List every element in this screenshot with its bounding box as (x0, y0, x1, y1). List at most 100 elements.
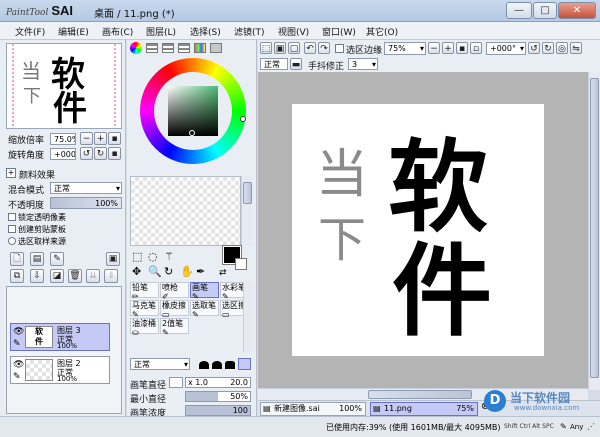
zoom-in-button[interactable]: + (94, 132, 107, 145)
menu-view[interactable]: 视图(V) (278, 25, 309, 38)
canvas-rotate-right-button[interactable]: ↻ (542, 42, 554, 54)
canvas-document[interactable]: 当 下 软 件 (292, 104, 544, 356)
redo-icon[interactable]: ↷ (318, 42, 330, 54)
eyedropper-icon[interactable]: ✒ (196, 265, 205, 278)
selection-source-radio[interactable] (8, 237, 16, 245)
rotate-reset-button[interactable]: ▪ (108, 147, 121, 160)
new-folder-icon[interactable]: ▤ (30, 252, 44, 266)
swap-colors-icon[interactable]: ⇄ (219, 268, 227, 278)
flip-canvas-button[interactable]: ⇋ (570, 42, 582, 54)
blend-mode-select[interactable]: 正常 ▾ (50, 182, 122, 194)
layer-settings-icon[interactable]: ▣ (106, 252, 120, 266)
menu-file[interactable]: 文件(F) (15, 25, 45, 38)
delete-layer-icon[interactable]: 🗑 (68, 269, 82, 283)
eye-icon[interactable]: 👁 (13, 360, 24, 370)
tool-brush[interactable]: 画笔 ✎ (190, 282, 219, 301)
menu-other[interactable]: 其它(O) (366, 25, 398, 38)
layer-row-3[interactable]: 👁 ✎ 软件 图层 3 正常 100% (10, 323, 110, 351)
menu-window[interactable]: 窗口(W) (322, 25, 356, 38)
rotate-icon[interactable]: ↻ (164, 265, 173, 278)
move-icon[interactable]: ✥ (132, 265, 141, 278)
sv-square[interactable] (168, 86, 218, 136)
shape-hard-icon[interactable] (225, 361, 235, 369)
zoom-out-button[interactable]: − (80, 132, 93, 145)
canvas-zoom-out-button[interactable]: − (428, 42, 440, 54)
tool-eraser[interactable]: 橡皮擦 ▭ (160, 300, 189, 319)
navigator-preview[interactable]: 当 下 软 件 (6, 43, 122, 129)
doc-tab-1[interactable]: ▤ 新建图像.sai 100% (260, 402, 366, 416)
clear-icon[interactable]: ▢ (288, 42, 300, 54)
swatch-scroll-thumb[interactable] (243, 182, 252, 204)
selection-source-option[interactable]: 选区取样来源 (8, 236, 66, 247)
rotate-right-button[interactable]: ↻ (94, 147, 107, 160)
new-layer-icon[interactable]: 🗋 (10, 252, 24, 266)
menu-select[interactable]: 选择(S) (190, 25, 221, 38)
new-linework-icon[interactable]: ✎ (50, 252, 64, 266)
deselect-icon[interactable]: ⬚ (260, 42, 272, 54)
brush-lock-icon[interactable]: ✎ (13, 372, 21, 382)
stabilizer-select[interactable]: 3 ▾ (348, 58, 378, 70)
line-tool-icon[interactable]: ▬ (290, 58, 302, 70)
rgb-slider-mode-icon[interactable] (146, 43, 158, 53)
doc-tab-2[interactable]: ▤ 11.png 75% (370, 402, 478, 416)
swatch-scrollbar[interactable] (241, 176, 253, 246)
hand-icon[interactable]: ✋ (180, 265, 194, 278)
tool-airbrush[interactable]: 喷枪 ✐ (160, 282, 189, 301)
resize-grip-icon[interactable]: ⋰ (587, 422, 595, 431)
swatch-palette[interactable] (130, 176, 241, 246)
opacity-slider[interactable]: 100% (50, 197, 122, 209)
mixer-mode-icon[interactable] (178, 43, 190, 53)
tool-scrollbar[interactable] (243, 282, 255, 352)
menu-layer[interactable]: 图层(L) (146, 25, 176, 38)
canvas-scrollbar-v[interactable] (588, 72, 600, 390)
selection-edge-checkbox[interactable] (335, 44, 344, 53)
scratchpad-mode-icon[interactable] (210, 43, 222, 53)
copy-layer-icon[interactable]: ⧉ (10, 269, 24, 283)
lock-transparency-option[interactable]: 锁定透明像素 (8, 212, 66, 223)
lock-transparency-checkbox[interactable] (8, 213, 16, 221)
tool-marker[interactable]: 马克笔 ✎ (130, 300, 159, 319)
effects-expand-icon[interactable]: + (6, 168, 16, 178)
canvas-zoom-reset-button[interactable]: ▫ (470, 42, 482, 54)
shape-medium-icon[interactable] (212, 361, 222, 369)
magic-wand-icon[interactable]: ⚚ (164, 250, 174, 263)
canvas-rotate-reset-button[interactable]: ◎ (556, 42, 568, 54)
shape-flat-icon[interactable] (238, 358, 251, 370)
canvas-zoom-select[interactable]: 75% ▾ (384, 42, 426, 55)
min-size-slider[interactable]: 50% (185, 391, 251, 402)
maximize-button[interactable]: □ (533, 2, 557, 19)
mask-layer-icon[interactable]: ◪ (50, 269, 64, 283)
rotate-left-button[interactable]: ↺ (80, 147, 93, 160)
undo-icon[interactable]: ↶ (304, 42, 316, 54)
brush-size-lock-icon[interactable] (169, 377, 183, 388)
secondary-color-swatch[interactable] (235, 258, 247, 270)
canvas-mode-select[interactable]: 正常 (260, 58, 288, 70)
import-layer-icon[interactable]: ⇩ (30, 269, 44, 283)
canvas-zoom-fit-button[interactable]: ▪ (456, 42, 468, 54)
density-slider[interactable]: 100 (185, 405, 251, 416)
tool-pencil[interactable]: 铅笔 ✏ (130, 282, 159, 301)
color-wheel-mode-icon[interactable] (130, 42, 142, 54)
menu-filter[interactable]: 滤镜(T) (234, 25, 265, 38)
shape-soft-icon[interactable] (199, 361, 209, 369)
canvas-rotate-left-button[interactable]: ↺ (528, 42, 540, 54)
lasso-icon[interactable]: ◌ (148, 250, 158, 263)
tool-binary-pen[interactable]: 2值笔 ✎ (160, 318, 189, 337)
menu-edit[interactable]: 编辑(E) (58, 25, 89, 38)
tool-selection-pen[interactable]: 选取笔 ✎ (190, 300, 219, 319)
clipping-mask-option[interactable]: 创建剪贴蒙板 (8, 224, 66, 235)
merge-visible-icon[interactable]: ⇓ (104, 269, 118, 283)
clipping-mask-checkbox[interactable] (8, 225, 16, 233)
hue-ring[interactable] (140, 58, 246, 164)
tool-bucket[interactable]: 油漆桶 ⛀ (130, 318, 159, 337)
rect-select-icon[interactable]: ⬚ (132, 250, 142, 263)
canvas-scroll-thumb-v[interactable] (590, 78, 599, 378)
zoom-icon[interactable]: 🔍 (148, 265, 162, 278)
hsv-slider-mode-icon[interactable] (162, 43, 174, 53)
eye-icon[interactable]: 👁 (13, 327, 24, 337)
merge-down-icon[interactable]: ⇊ (86, 269, 100, 283)
brush-mode-select[interactable]: 正常 ▾ (130, 358, 190, 370)
layer-row-2[interactable]: 👁 ✎ 图层 2 正常 100% (10, 356, 110, 384)
zoom-reset-button[interactable]: ▪ (108, 132, 121, 145)
canvas-zoom-in-button[interactable]: + (442, 42, 454, 54)
